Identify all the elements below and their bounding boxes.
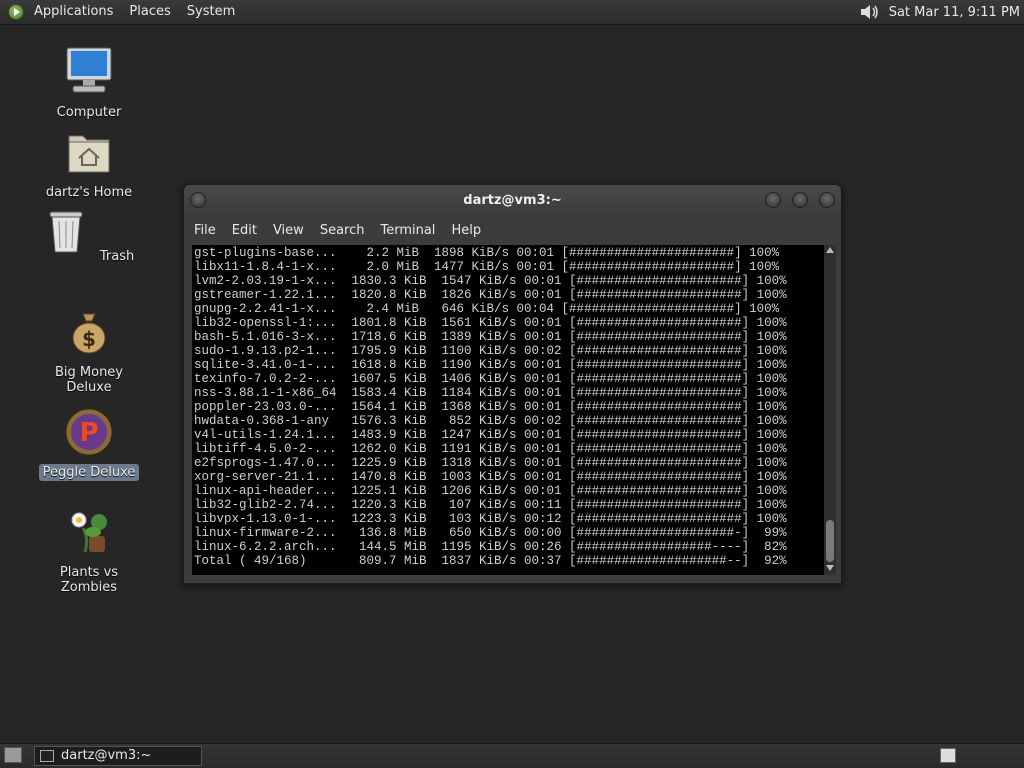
scrollbar[interactable] — [824, 245, 836, 575]
terminal-icon — [40, 750, 54, 762]
workspace-switcher[interactable] — [940, 748, 956, 763]
menu-terminal[interactable]: Terminal — [372, 223, 443, 238]
menu-file[interactable]: File — [186, 223, 224, 238]
terminal-line: libvpx-1.13.0-1-... 1223.3 KiB 103 KiB/s… — [194, 512, 787, 526]
terminal-line: Total ( 49/168) 809.7 MiB 1837 KiB/s 00:… — [194, 554, 787, 568]
desktop-icon-big-money-deluxe[interactable]: $ Big Money Deluxe — [29, 306, 149, 396]
show-desktop-icon[interactable] — [4, 747, 22, 763]
title-bar[interactable]: dartz@vm3:~ — [184, 185, 841, 217]
taskbar-item-label: dartz@vm3:~ — [61, 748, 152, 763]
terminal-window[interactable]: dartz@vm3:~ File Edit View Search Termin… — [183, 184, 842, 584]
menu-view[interactable]: View — [265, 223, 312, 238]
minimize-button[interactable] — [765, 192, 781, 208]
terminal-line: xorg-server-21.1... 1470.8 KiB 1003 KiB/… — [194, 470, 787, 484]
terminal-line: libtiff-4.5.0-2-... 1262.0 KiB 1191 KiB/… — [194, 442, 787, 456]
top-panel: Applications Places System Sat Mar 11, 9… — [0, 0, 1024, 25]
plants-vs-zombies-icon — [71, 512, 107, 553]
clock[interactable]: Sat Mar 11, 9:11 PM — [889, 5, 1020, 20]
desktop-icon-label: Plants vs Zombies — [59, 565, 119, 595]
desktop-icon-label: Trash — [99, 249, 135, 264]
terminal-line: bash-5.1.016-3-x... 1718.6 KiB 1389 KiB/… — [194, 330, 787, 344]
scroll-up-arrow-icon[interactable] — [826, 247, 834, 253]
desktop-icon-plants-vs-zombies[interactable]: Plants vs Zombies — [29, 506, 149, 596]
places-menu[interactable]: Places — [121, 0, 178, 24]
terminal-text: gst-plugins-base... 2.2 MiB 1898 KiB/s 0… — [194, 246, 787, 568]
terminal-line: lvm2-2.03.19-1-x... 1830.3 KiB 1547 KiB/… — [194, 274, 787, 288]
terminal-line: lib32-glib2-2.74... 1220.3 KiB 107 KiB/s… — [194, 498, 787, 512]
svg-text:P: P — [79, 418, 98, 448]
desktop-icon-home[interactable]: dartz's Home — [29, 126, 149, 201]
terminal-menubar: File Edit View Search Terminal Help — [184, 217, 841, 243]
terminal-line: gnupg-2.2.41-1-x... 2.4 MiB 646 KiB/s 00… — [194, 302, 780, 316]
terminal-line: texinfo-7.0.2-2-... 1607.5 KiB 1406 KiB/… — [194, 372, 787, 386]
maximize-button[interactable] — [792, 192, 808, 208]
desktop-icon-label: Big Money Deluxe — [54, 365, 123, 395]
volume-icon[interactable] — [859, 3, 881, 21]
trash-icon — [49, 211, 83, 253]
desktop-icon-label: Peggle Deluxe — [38, 464, 140, 481]
menu-edit[interactable]: Edit — [224, 223, 265, 238]
menu-help[interactable]: Help — [443, 223, 489, 238]
desktop-icon-peggle-deluxe[interactable]: P Peggle Deluxe — [29, 406, 149, 481]
peggle-icon: P — [65, 408, 113, 456]
terminal-line: gstreamer-1.22.1... 1820.8 KiB 1826 KiB/… — [194, 288, 787, 302]
terminal-output[interactable]: gst-plugins-base... 2.2 MiB 1898 KiB/s 0… — [192, 245, 836, 575]
home-folder-icon — [68, 135, 110, 173]
terminal-line: sqlite-3.41.0-1-... 1618.8 KiB 1190 KiB/… — [194, 358, 787, 372]
terminal-line: linux-6.2.2.arch... 144.5 MiB 1195 KiB/s… — [194, 540, 787, 554]
computer-icon — [66, 47, 112, 93]
scroll-down-arrow-icon[interactable] — [826, 565, 834, 571]
scroll-thumb[interactable] — [826, 520, 834, 562]
close-button[interactable] — [819, 192, 835, 208]
money-bag-icon: $ — [72, 313, 106, 354]
terminal-line: v4l-utils-1.24.1... 1483.9 KiB 1247 KiB/… — [194, 428, 787, 442]
terminal-line: gst-plugins-base... 2.2 MiB 1898 KiB/s 0… — [194, 246, 780, 260]
terminal-line: e2fsprogs-1.47.0... 1225.9 KiB 1318 KiB/… — [194, 456, 787, 470]
menu-search[interactable]: Search — [312, 223, 373, 238]
terminal-line: sudo-1.9.13.p2-1... 1795.9 KiB 1100 KiB/… — [194, 344, 787, 358]
terminal-line: libx11-1.8.4-1-x... 2.0 MiB 1477 KiB/s 0… — [194, 260, 780, 274]
desktop-icon-trash[interactable]: Trash — [29, 206, 149, 265]
terminal-line: hwdata-0.368-1-any 1576.3 KiB 852 KiB/s … — [194, 414, 787, 428]
applications-menu-icon[interactable] — [8, 4, 24, 20]
desktop-icon-label: dartz's Home — [45, 185, 133, 200]
terminal-line: lib32-openssl-1:... 1801.8 KiB 1561 KiB/… — [194, 316, 787, 330]
taskbar-item-terminal[interactable]: dartz@vm3:~ — [34, 746, 202, 766]
svg-text:$: $ — [82, 327, 96, 351]
terminal-line: poppler-23.03.0-... 1564.1 KiB 1368 KiB/… — [194, 400, 787, 414]
applications-menu[interactable]: Applications — [26, 0, 121, 24]
terminal-line: linux-firmware-2... 136.8 MiB 650 KiB/s … — [194, 526, 787, 540]
window-title: dartz@vm3:~ — [463, 193, 562, 208]
bottom-panel: dartz@vm3:~ — [0, 743, 1024, 768]
terminal-line: nss-3.88.1-1-x86_64 1583.4 KiB 1184 KiB/… — [194, 386, 787, 400]
desktop-icon-computer[interactable]: Computer — [29, 46, 149, 121]
system-menu[interactable]: System — [179, 0, 243, 24]
terminal-line: linux-api-header... 1225.1 KiB 1206 KiB/… — [194, 484, 787, 498]
desktop-icon-label: Computer — [56, 105, 122, 120]
